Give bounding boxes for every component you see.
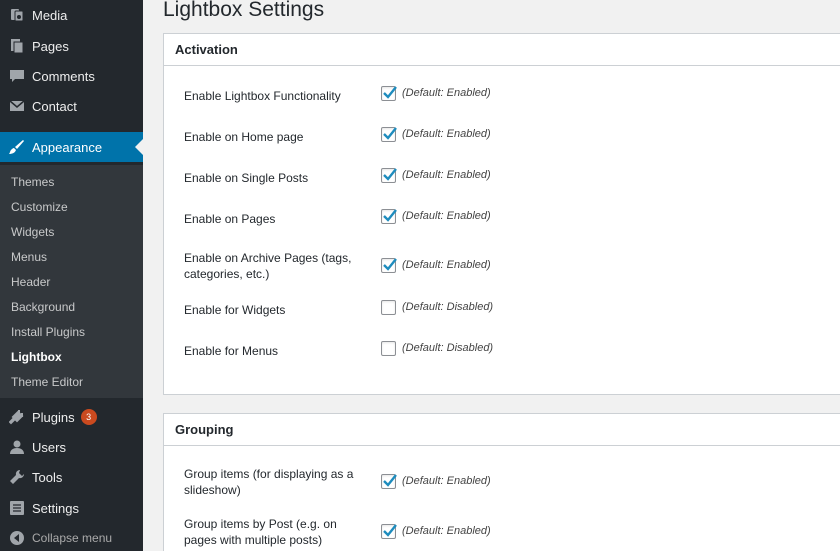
collapse-menu-button[interactable]: Collapse menu <box>0 523 143 551</box>
appearance-submenu: Themes Customize Widgets Menus Header Ba… <box>0 165 143 398</box>
update-count-badge: 3 <box>80 409 97 425</box>
menu-item-media[interactable]: Media <box>0 0 143 30</box>
setting-label: Group items by Post (e.g. on pages with … <box>184 517 337 547</box>
users-icon <box>0 439 32 455</box>
menu-label: Comments <box>32 68 95 84</box>
setting-label: Enable on Pages <box>184 212 276 226</box>
default-hint: (Default: Enabled) <box>402 169 491 181</box>
submenu-item-theme-editor[interactable]: Theme Editor <box>11 375 83 389</box>
menu-item-settings[interactable]: Settings <box>0 493 143 523</box>
menu-item-plugins[interactable]: Plugins 3 <box>0 402 143 432</box>
menu-item-comments[interactable]: Comments <box>0 61 143 91</box>
setting-label: Group items (for displaying as a slidesh… <box>184 467 354 497</box>
menu-item-contact[interactable]: Contact <box>0 91 143 121</box>
submenu-item-customize[interactable]: Customize <box>11 200 68 214</box>
menu-label: Contact <box>32 98 77 114</box>
menu-label: Pages <box>32 38 69 54</box>
media-icon <box>0 7 32 23</box>
page-title: Lightbox Settings <box>163 0 325 21</box>
menu-label: Settings <box>32 500 79 516</box>
default-hint: (Default: Enabled) <box>402 210 491 222</box>
default-hint: (Default: Enabled) <box>402 128 491 140</box>
enable-single-posts-checkbox[interactable] <box>381 168 397 183</box>
group-items-checkbox[interactable] <box>381 474 397 489</box>
paintbrush-icon <box>0 138 32 156</box>
enable-widgets-checkbox[interactable] <box>381 300 396 315</box>
submenu-item-background[interactable]: Background <box>11 300 75 314</box>
setting-label: Enable on Single Posts <box>184 171 309 185</box>
grouping-panel: Grouping Group items (for displaying as … <box>163 413 840 551</box>
default-hint: (Default: Enabled) <box>402 525 491 537</box>
activation-panel: Activation Enable Lightbox Functionality… <box>163 33 840 395</box>
admin-sidebar: Media Pages Comments Contact Appearance … <box>0 0 143 551</box>
default-hint: (Default: Disabled) <box>402 301 494 313</box>
contact-icon <box>0 98 32 114</box>
collapse-label: Collapse menu <box>32 531 113 545</box>
default-hint: (Default: Disabled) <box>402 342 494 354</box>
menu-label: Users <box>32 439 66 455</box>
menu-item-tools[interactable]: Tools <box>0 462 143 492</box>
default-hint: (Default: Enabled) <box>402 87 491 99</box>
default-hint: (Default: Enabled) <box>402 475 491 487</box>
wrench-icon <box>0 469 32 485</box>
submenu-item-menus[interactable]: Menus <box>11 250 47 264</box>
setting-label: Enable on Home page <box>184 130 304 144</box>
plugins-icon <box>0 409 32 425</box>
collapse-arrow-icon <box>0 530 32 546</box>
settings-icon <box>0 500 32 516</box>
menu-label: Media <box>32 7 68 23</box>
default-hint: (Default: Enabled) <box>402 259 491 271</box>
setting-label: Enable on Archive Pages (tags, categorie… <box>184 251 352 281</box>
pages-icon <box>0 38 32 54</box>
enable-archive-pages-checkbox[interactable] <box>381 258 397 273</box>
grouping-heading: Grouping <box>164 414 840 446</box>
menu-label: Tools <box>32 469 63 485</box>
submenu-item-themes[interactable]: Themes <box>11 175 54 189</box>
menu-item-users[interactable]: Users <box>0 432 143 462</box>
submenu-item-install-plugins[interactable]: Install Plugins <box>11 325 85 339</box>
menu-item-pages[interactable]: Pages <box>0 31 143 61</box>
menu-label: Appearance <box>32 139 103 155</box>
setting-label: Enable Lightbox Functionality <box>184 89 341 103</box>
menu-label: Plugins <box>32 409 75 425</box>
menu-item-appearance[interactable]: Appearance <box>0 132 143 162</box>
activation-heading: Activation <box>164 34 840 66</box>
enable-home-checkbox[interactable] <box>381 127 397 142</box>
enable-menus-checkbox[interactable] <box>381 341 396 356</box>
enable-lightbox-checkbox[interactable] <box>381 86 397 101</box>
enable-pages-checkbox[interactable] <box>381 209 397 224</box>
setting-label: Enable for Widgets <box>184 303 286 317</box>
group-by-post-checkbox[interactable] <box>381 524 397 539</box>
submenu-item-lightbox[interactable]: Lightbox <box>11 350 62 364</box>
submenu-item-header[interactable]: Header <box>11 275 50 289</box>
comments-icon <box>0 68 32 84</box>
submenu-item-widgets[interactable]: Widgets <box>11 225 54 239</box>
setting-label: Enable for Menus <box>184 344 279 358</box>
